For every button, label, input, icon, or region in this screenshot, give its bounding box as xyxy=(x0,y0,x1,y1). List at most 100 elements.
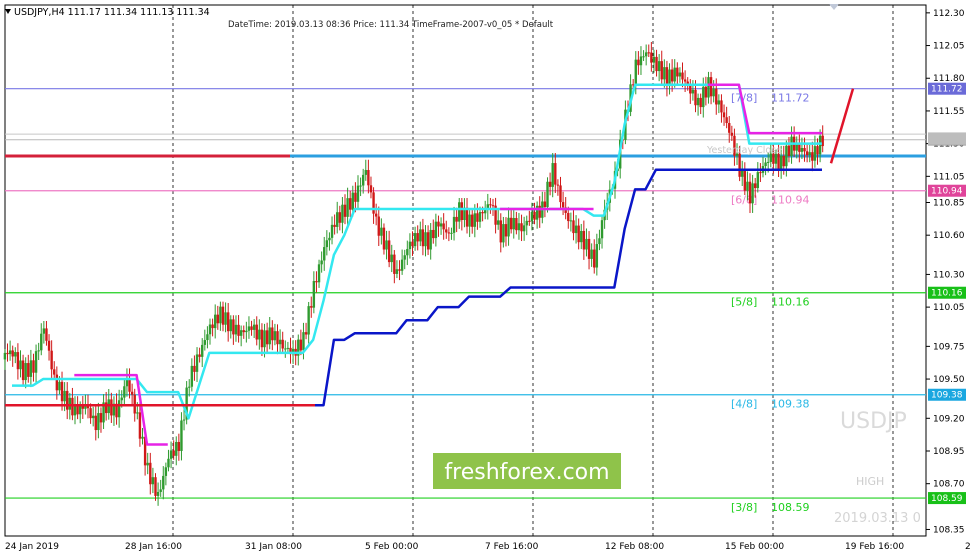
candle-body xyxy=(574,225,578,234)
candle-body xyxy=(255,324,258,340)
candle-body xyxy=(759,172,762,174)
candle-body xyxy=(754,183,757,189)
x-tick-label: 15 Feb 00:00 xyxy=(725,542,784,552)
candle-body xyxy=(670,69,674,82)
candle-body xyxy=(323,247,326,261)
candle-body xyxy=(445,229,448,233)
candle-body xyxy=(58,381,61,391)
candle-body xyxy=(465,207,469,227)
current-price-badge xyxy=(928,132,966,145)
candle-body xyxy=(159,489,162,492)
candle-body xyxy=(349,198,352,210)
candle-body xyxy=(816,146,819,155)
candle-body xyxy=(55,374,59,391)
candle-body xyxy=(686,81,689,84)
candle-body xyxy=(496,220,500,225)
candle-body xyxy=(224,312,227,325)
candle-body xyxy=(141,436,144,439)
candle-body xyxy=(99,413,103,423)
candle-body xyxy=(234,324,238,335)
candle-body xyxy=(785,145,788,167)
price-badge-text: 111.72 xyxy=(931,85,963,95)
candle-body xyxy=(805,151,809,156)
info-panel: DateTime: 2019.03.13 08:36 Price: 111.34… xyxy=(228,20,554,30)
candle-body xyxy=(175,441,178,456)
candle-body xyxy=(530,211,534,222)
candle-body xyxy=(657,61,661,72)
candle-body xyxy=(273,331,277,341)
level-value-label: 109.38 xyxy=(771,398,810,411)
candle-body xyxy=(268,327,271,345)
candle-body xyxy=(639,56,643,66)
candle-body xyxy=(380,227,383,236)
candle-body xyxy=(676,67,679,77)
candle-body xyxy=(219,306,222,324)
candle-body xyxy=(504,224,508,237)
candle-body xyxy=(190,365,194,387)
candle-body xyxy=(419,229,422,242)
candle-body xyxy=(652,56,656,63)
candle-body xyxy=(694,89,697,106)
candle-body xyxy=(374,213,378,217)
candle-body xyxy=(515,218,518,231)
candle-body xyxy=(250,326,253,330)
y-tick-label: 111.05 xyxy=(933,172,965,182)
candle-body xyxy=(68,397,72,410)
candle-body xyxy=(587,238,591,259)
candle-body xyxy=(595,244,599,268)
y-tick-label: 110.05 xyxy=(933,303,965,313)
candle-body xyxy=(704,86,708,98)
candle-body xyxy=(156,491,160,496)
candle-body xyxy=(252,324,256,330)
candle-body xyxy=(400,259,404,271)
candle-body xyxy=(351,192,354,210)
candle-body xyxy=(811,152,814,161)
candle-body xyxy=(162,475,165,490)
candle-body xyxy=(725,117,728,124)
candle-body xyxy=(281,339,284,349)
candle-body xyxy=(452,216,456,233)
symbol-watermark: USDJP xyxy=(840,409,907,434)
candle-body xyxy=(522,225,526,232)
candle-body xyxy=(416,233,419,242)
candle-body xyxy=(382,227,386,250)
candle-body xyxy=(214,314,217,329)
x-tick-label: 22 Feb 08:00 xyxy=(965,542,970,552)
candle-body xyxy=(188,386,191,388)
x-tick-label: 28 Jan 16:00 xyxy=(125,542,182,552)
candle-body xyxy=(637,59,640,66)
candle-body xyxy=(263,330,266,348)
candle-body xyxy=(343,204,347,217)
scroll-marker-icon[interactable] xyxy=(829,4,839,10)
candle-body xyxy=(136,412,139,414)
candle-body xyxy=(260,329,264,348)
candle-body xyxy=(232,319,235,335)
candle-body xyxy=(782,155,785,167)
candle-body xyxy=(766,161,770,163)
candle-body xyxy=(582,230,586,250)
candle-body xyxy=(429,229,432,250)
price-chart[interactable]: [7/8] 111.72[6/8] 110.94[5/8] 110.16[4/8] 10… xyxy=(0,0,970,558)
candle-body xyxy=(302,332,305,351)
candle-body xyxy=(336,212,339,227)
candle-body xyxy=(372,192,375,214)
candle-body xyxy=(151,477,155,485)
candle-body xyxy=(728,123,731,133)
chevron-down-icon[interactable] xyxy=(5,9,11,14)
candle-body xyxy=(546,181,549,208)
candle-body xyxy=(720,100,723,113)
candle-body xyxy=(164,467,168,476)
candle-body xyxy=(3,352,7,360)
candle-body xyxy=(11,350,14,357)
candle-body xyxy=(364,170,367,175)
candle-body xyxy=(489,204,492,206)
candle-body xyxy=(502,224,505,243)
candle-body xyxy=(779,155,783,169)
candle-body xyxy=(79,405,82,415)
candle-body xyxy=(543,201,547,208)
candle-body xyxy=(730,132,734,136)
candle-body xyxy=(123,386,126,398)
candle-body xyxy=(512,218,515,230)
y-tick-label: 108.35 xyxy=(933,525,965,535)
candle-body xyxy=(325,240,329,248)
